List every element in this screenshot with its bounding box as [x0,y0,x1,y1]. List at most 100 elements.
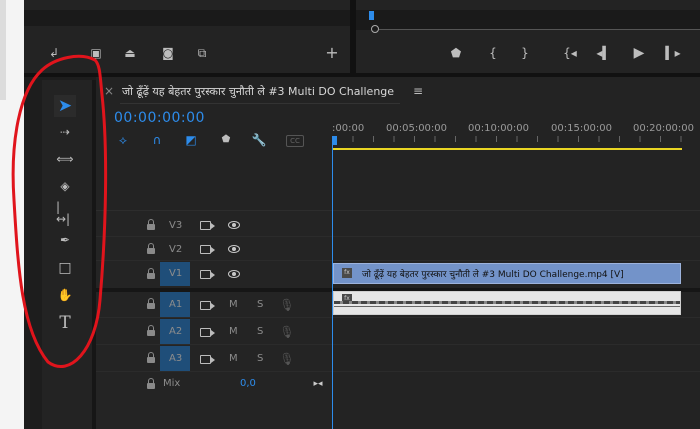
sync-lock-icon[interactable] [200,301,215,310]
ruler-tick-label: :00:00 [332,123,365,134]
lock-icon[interactable] [147,352,155,363]
track-row-a2: A2 M S 🎙 [96,318,332,345]
window-edge-shadow [0,0,6,100]
razor-tool-icon[interactable]: ◈ [56,178,74,194]
track-label-a2[interactable]: A2 [169,326,182,337]
work-area-bar[interactable] [332,148,682,150]
mute-button[interactable]: M [229,353,238,364]
eye-icon[interactable] [228,270,240,278]
mark-out-icon[interactable]: } [519,46,531,60]
ruler-tick-label: 00:15:00:00 [551,123,613,134]
lane-lines [96,236,700,237]
go-to-edit-icon[interactable]: ▸◂ [312,378,324,390]
program-scrub-bar[interactable] [356,10,700,30]
type-tool-icon[interactable]: T [56,314,74,332]
track-label-v2[interactable]: V2 [169,244,182,255]
comparison-view-icon[interactable]: ⧉ [194,46,210,60]
ripple-edit-tool-icon[interactable]: ⟺ [56,151,74,167]
tab-underline [120,103,400,104]
playhead-marker-icon[interactable] [369,11,374,20]
lock-icon[interactable] [147,219,155,230]
play-icon[interactable]: ▶ [632,45,646,61]
go-to-in-icon[interactable]: {◂ [562,46,578,60]
overwrite-icon[interactable]: ▣ [88,46,104,60]
timecode-display[interactable]: 00:00:00:00 [114,110,205,126]
fx-badge-icon: fx [342,268,352,278]
sync-lock-icon[interactable] [200,270,215,279]
ruler-ticks [332,136,700,142]
track-row-v1: V1 [96,261,332,287]
track-row-v3: V3 [96,213,332,237]
playhead-circle-icon[interactable] [371,25,379,33]
ruler-tick-label: 00:20:00:00 [633,123,695,134]
add-button-icon[interactable]: + [324,45,340,61]
marker-icon[interactable]: ⬟ [450,46,462,60]
step-back-icon[interactable]: ◂▍ [596,46,611,60]
tools-panel: ➤ ⇢ ⟺ ◈ |↔| ✒ □ ✋ T [42,80,92,429]
mute-button[interactable]: M [229,326,238,337]
close-icon[interactable]: × [104,85,114,97]
mark-in-icon[interactable]: { [487,46,499,60]
selection-tool-icon[interactable]: ➤ [54,95,76,117]
snap-icon[interactable]: ∩ [150,133,164,147]
lane-lines [96,344,700,345]
sync-lock-icon[interactable] [200,245,215,254]
hand-tool-icon[interactable]: ✋ [56,287,74,303]
sync-lock-icon[interactable] [200,328,215,337]
mix-volume-value[interactable]: 0,0 [240,378,256,389]
solo-button[interactable]: S [257,299,263,310]
track-row-a1: A1 M S 🎙 [96,291,332,318]
solo-button[interactable]: S [257,326,263,337]
sync-lock-icon[interactable] [200,221,215,230]
lock-icon[interactable] [147,243,155,254]
lift-icon[interactable]: ⏏ [122,46,138,60]
playhead-line[interactable] [332,143,333,429]
linked-selection-icon[interactable]: ◩ [184,133,198,147]
lane-lines [96,317,700,318]
track-label-a3[interactable]: A3 [169,353,182,364]
track-row-mix: Mix 0,0 ▸◂ [96,372,332,398]
eye-icon[interactable] [228,221,240,229]
source-monitor-controls: ↲ ▣ ⏏ ◙ ⧉ + [24,0,350,73]
rectangle-tool-icon[interactable]: □ [56,260,74,276]
audio-waveform [334,306,680,307]
nest-icon[interactable]: ⟡ [116,133,130,147]
ruler-tick-label: 00:05:00:00 [386,123,448,134]
microphone-icon[interactable]: 🎙 [279,325,294,339]
timeline-panel: × जो ढूँढ़ें यह बेहतर पुरस्कार चुनौती ले… [96,77,700,429]
playhead-line [379,29,700,30]
track-label-v3[interactable]: V3 [169,220,182,231]
mute-button[interactable]: M [229,299,238,310]
solo-button[interactable]: S [257,353,263,364]
source-scrub-bar[interactable] [24,10,350,26]
captions-icon[interactable]: CC [286,135,304,147]
camera-icon[interactable]: ◙ [160,46,176,60]
track-select-tool-icon[interactable]: ⇢ [56,124,74,140]
microphone-icon[interactable]: 🎙 [279,352,294,366]
sync-lock-icon[interactable] [200,355,215,364]
wrench-icon[interactable]: 🔧 [252,133,267,147]
ruler-tick-label: 00:10:00:00 [468,123,530,134]
lock-icon[interactable] [147,378,155,389]
panel-menu-icon[interactable]: ≡ [412,85,424,97]
audio-clip[interactable]: fx [333,291,681,315]
lock-icon[interactable] [147,325,155,336]
pen-tool-icon[interactable]: ✒ [56,232,74,248]
lock-icon[interactable] [147,268,155,279]
eye-icon[interactable] [228,245,240,253]
slip-tool-icon[interactable]: |↔| [56,201,74,225]
program-monitor-controls: ⬟ { } {◂ ◂▍ ▶ ▍▸ [356,0,700,73]
video-clip[interactable]: fx जो ढूँढ़ें यह बेहतर पुरस्कार चुनौती ल… [333,263,681,284]
microphone-icon[interactable]: 🎙 [279,298,294,312]
audio-waveform [334,301,680,304]
step-forward-icon[interactable]: ▍▸ [665,46,680,60]
track-row-a3: A3 M S 🎙 [96,345,332,372]
lock-icon[interactable] [147,298,155,309]
time-ruler[interactable]: :00:00 00:05:00:00 00:10:00:00 00:15:00:… [332,121,700,151]
lane-lines [96,260,700,261]
track-label-v1[interactable]: V1 [169,268,182,279]
insert-icon[interactable]: ↲ [46,46,62,60]
add-marker-icon[interactable]: ⬟ [220,134,232,146]
track-label-a1[interactable]: A1 [169,299,182,310]
sequence-tab-title[interactable]: जो ढूँढ़ें यह बेहतर पुरस्कार चुनौती ले #… [122,84,394,99]
